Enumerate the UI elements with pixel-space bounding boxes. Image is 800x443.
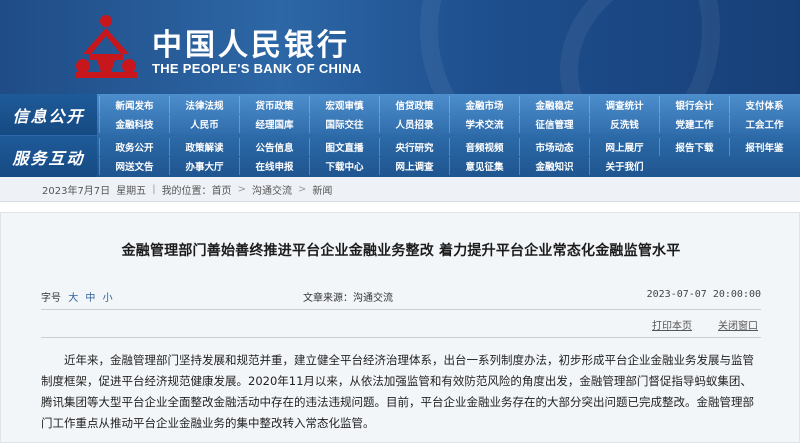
divider <box>41 309 761 310</box>
nav-item[interactable]: 人员招录 <box>379 115 449 133</box>
nav-item[interactable]: 报告下载 <box>659 138 729 156</box>
nav-item[interactable]: 调查统计 <box>589 96 659 114</box>
site-banner: 中国人民银行 THE PEOPLE'S BANK OF CHINA <box>0 0 800 94</box>
bank-name-cn: 中国人民银行 <box>152 28 350 63</box>
article-meta: 字号 大 中 小 文章来源：沟通交流 2023-07-07 20:00:00 <box>41 289 761 305</box>
divider <box>41 337 761 338</box>
breadcrumb-separator: | <box>152 183 156 195</box>
nav-item[interactable]: 法律法规 <box>169 96 239 114</box>
bank-name-en: THE PEOPLE'S BANK OF CHINA <box>152 61 362 76</box>
nav-item[interactable]: 金融市场 <box>449 96 519 114</box>
location-prefix: 我的位置： <box>161 185 212 197</box>
nav-item[interactable]: 政务公开 <box>99 138 169 156</box>
article-actions: 打印本页 关闭窗口 <box>41 317 761 332</box>
banner-decoration <box>560 0 800 94</box>
nav-item[interactable]: 网上调查 <box>379 157 449 175</box>
nav-item[interactable]: 音频视频 <box>449 138 519 156</box>
nav-item[interactable]: 公告信息 <box>239 138 309 156</box>
nav-item[interactable]: 政策解读 <box>169 138 239 156</box>
article-title: 金融管理部门善始善终推进平台企业金融业务整改 着力提升平台企业常态化金融监管水平 <box>121 243 681 259</box>
nav-item[interactable]: 网送文告 <box>99 157 169 175</box>
breadcrumb-chevron-icon: > <box>237 183 246 195</box>
nav-grid-info: 新闻发布 法律法规 货币政策 宏观审慎 信贷政策 金融市场 金融稳定 调查统计 … <box>99 96 800 133</box>
nav-row-service: 服务互动 政务公开 政策解读 公告信息 图文直播 央行研究 音频视频 市场动态 … <box>0 136 800 177</box>
nav-item[interactable]: 银行会计 <box>659 96 729 114</box>
nav-item[interactable]: 图文直播 <box>309 138 379 156</box>
nav-item <box>729 157 799 175</box>
nav-item[interactable]: 新闻发布 <box>99 96 169 114</box>
article-panel: 金融管理部门善始善终推进平台企业金融业务整改 着力提升平台企业常态化金融监管水平… <box>0 212 800 443</box>
article-source: 文章来源：沟通交流 <box>303 289 393 304</box>
nav-item[interactable]: 党建工作 <box>659 115 729 133</box>
nav-item <box>659 157 729 175</box>
source-label: 文章来源： <box>303 293 353 304</box>
nav-item[interactable]: 报刊年鉴 <box>729 138 799 156</box>
nav-item[interactable]: 金融稳定 <box>519 96 589 114</box>
font-size-large[interactable]: 大 <box>68 293 78 304</box>
nav-item[interactable]: 货币政策 <box>239 96 309 114</box>
nav-item[interactable]: 宏观审慎 <box>309 96 379 114</box>
nav-item[interactable]: 支付体系 <box>729 96 799 114</box>
font-size-medium[interactable]: 中 <box>85 293 95 304</box>
nav-item[interactable]: 下载中心 <box>309 157 379 175</box>
print-page-link[interactable]: 打印本页 <box>652 317 692 332</box>
nav-item[interactable]: 办事大厅 <box>169 157 239 175</box>
current-date: 2023年7月7日 <box>42 185 111 197</box>
source-value: 沟通交流 <box>353 293 393 304</box>
nav-item[interactable]: 网上展厅 <box>589 138 659 156</box>
nav-item[interactable]: 国际交往 <box>309 115 379 133</box>
article-datetime: 2023-07-07 20:00:00 <box>646 289 761 300</box>
close-window-link[interactable]: 关闭窗口 <box>718 317 758 332</box>
font-size-small[interactable]: 小 <box>103 293 113 304</box>
nav-category-info-disclosure[interactable]: 信息公开 <box>0 94 97 135</box>
nav-item[interactable]: 金融知识 <box>519 157 589 175</box>
breadcrumb-news[interactable]: 新闻 <box>312 182 332 197</box>
nav-item[interactable]: 关于我们 <box>589 157 659 175</box>
nav-item[interactable]: 央行研究 <box>379 138 449 156</box>
nav-item[interactable]: 征信管理 <box>519 115 589 133</box>
nav-item[interactable]: 信贷政策 <box>379 96 449 114</box>
nav-item[interactable]: 经理国库 <box>239 115 309 133</box>
nav-grid-service: 政务公开 政策解读 公告信息 图文直播 央行研究 音频视频 市场动态 网上展厅 … <box>99 138 800 175</box>
breadcrumb: 2023年7月7日 星期五 | 我的位置： 首页 > 沟通交流 > 新闻 <box>0 177 800 202</box>
nav-item[interactable]: 在线申报 <box>239 157 309 175</box>
main-nav: 信息公开 新闻发布 法律法规 货币政策 宏观审慎 信贷政策 金融市场 金融稳定 … <box>0 94 800 177</box>
article-body: 近年来，金融管理部门坚持发展和规范并重，建立健全平台经济治理体系，出台一系列制度… <box>41 353 754 430</box>
nav-item[interactable]: 学术交流 <box>449 115 519 133</box>
nav-category-service-interaction[interactable]: 服务互动 <box>0 136 97 177</box>
nav-item[interactable]: 市场动态 <box>519 138 589 156</box>
font-size-label: 字号 <box>41 293 61 304</box>
breadcrumb-home[interactable]: 首页 <box>212 182 232 197</box>
pboc-logo-icon[interactable] <box>73 14 139 80</box>
nav-item[interactable]: 金融科技 <box>99 115 169 133</box>
current-weekday: 星期五 <box>116 185 147 197</box>
breadcrumb-chevron-icon: > <box>297 183 307 195</box>
nav-item[interactable]: 人民币 <box>169 115 239 133</box>
nav-item[interactable]: 工会工作 <box>729 115 799 133</box>
breadcrumb-communication[interactable]: 沟通交流 <box>252 182 292 197</box>
nav-item[interactable]: 意见征集 <box>449 157 519 175</box>
font-size-control: 字号 大 中 小 <box>41 289 113 304</box>
nav-item[interactable]: 反洗钱 <box>589 115 659 133</box>
nav-row-info: 信息公开 新闻发布 法律法规 货币政策 宏观审慎 信贷政策 金融市场 金融稳定 … <box>0 94 800 135</box>
